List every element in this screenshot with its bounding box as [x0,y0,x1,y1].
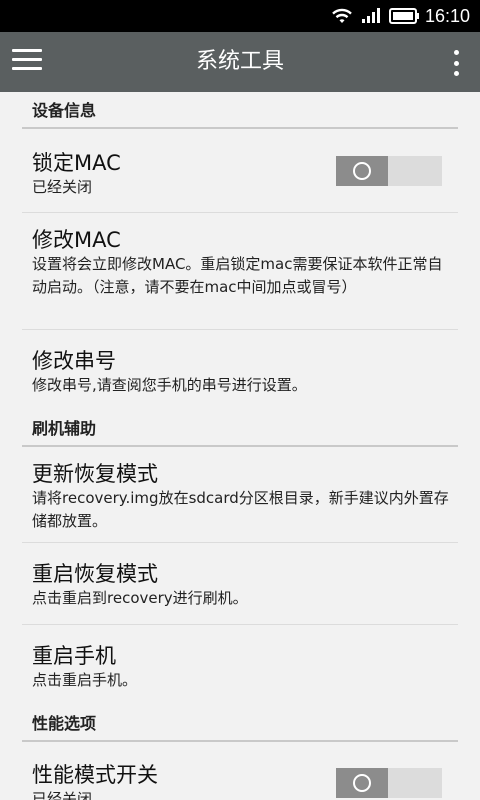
page-title: 系统工具 [195,49,284,74]
wifi-icon [332,8,352,23]
setting-reboot-recovery[interactable]: 重启恢复模式 点击重启到recovery进行刷机。 [22,543,458,625]
status-time: 16:10 [424,5,470,26]
status-icons: 16:10 [331,0,470,32]
setting-modify-mac[interactable]: 修改MAC 设置将会立即修改MAC。重启锁定mac需要保证本软件正常自动启动。（… [22,213,458,330]
setting-modify-imei[interactable]: 修改串号 修改串号,请查阅您手机的串号进行设置。 [22,330,458,410]
setting-title: 重启手机 [32,644,116,668]
settings-list[interactable]: 设备信息 锁定MAC 已经关闭 修改MAC 设置将会立即修改MAC。重启锁定ma… [0,92,480,800]
performance-mode-toggle[interactable] [336,768,442,798]
setting-title: 修改MAC [32,228,121,252]
setting-summary: 修改串号,请查阅您手机的串号进行设置。 [32,376,307,394]
battery-icon [388,8,419,24]
section-header-device-info: 设备信息 [0,92,480,129]
setting-title: 重启恢复模式 [32,562,158,586]
setting-reboot-phone[interactable]: 重启手机 点击重启手机。 [22,625,458,705]
status-bar: 16:10 [0,0,480,32]
section-header-performance: 性能选项 [0,705,480,742]
lock-mac-toggle[interactable] [336,156,442,186]
more-vert-icon[interactable] [452,50,460,76]
setting-title: 锁定MAC [32,151,121,175]
setting-summary: 请将recovery.img放在sdcard分区根目录，新手建议内外置存储都放置… [32,489,449,530]
setting-summary: 点击重启到recovery进行刷机。 [32,589,248,607]
setting-performance-mode[interactable]: 性能模式开关 已经关闭 [22,742,458,800]
setting-title: 修改串号 [32,349,116,373]
setting-summary: 设置将会立即修改MAC。重启锁定mac需要保证本软件正常自动启动。（注意，请不要… [32,255,443,296]
setting-summary: 已经关闭 [32,790,93,800]
section-header-flash-assist: 刷机辅助 [0,410,480,447]
setting-title: 更新恢复模式 [32,462,158,486]
setting-update-recovery[interactable]: 更新恢复模式 请将recovery.img放在sdcard分区根目录，新手建议内… [22,447,458,543]
app-bar: 系统工具 [0,32,480,92]
setting-summary: 点击重启手机。 [32,671,138,689]
setting-summary: 已经关闭 [32,178,93,196]
setting-lock-mac[interactable]: 锁定MAC 已经关闭 [22,129,458,213]
signal-icon [361,8,380,23]
setting-title: 性能模式开关 [32,763,158,787]
